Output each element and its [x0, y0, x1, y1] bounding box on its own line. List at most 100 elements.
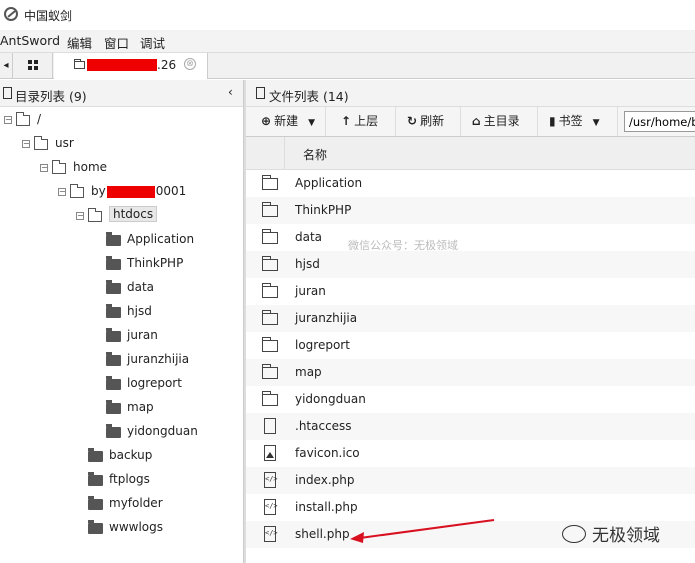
home-grid-tab[interactable]: [13, 53, 53, 78]
folder-icon: [261, 283, 278, 298]
file-row[interactable]: juranzhijia: [246, 305, 695, 332]
chevron-down-icon: ▼: [592, 118, 600, 128]
folder-icon: [88, 448, 103, 462]
tree-item[interactable]: − usr: [0, 136, 240, 156]
tab-scroll-left-icon[interactable]: ◂: [0, 53, 13, 78]
folder-open-icon: [52, 160, 66, 174]
tree-item-label: juranzhijia: [127, 352, 190, 366]
collapse-toggle-icon[interactable]: −: [4, 116, 12, 124]
file-row[interactable]: data: [246, 224, 695, 251]
folder-icon: [88, 472, 103, 486]
home-dir-button[interactable]: ⌂ 主目录: [461, 107, 538, 136]
tree-item[interactable]: Application: [0, 232, 240, 252]
bookmark-button[interactable]: ▮ 书签 ▼: [538, 107, 618, 136]
tab-shell[interactable]: .26 ⊗: [54, 53, 208, 79]
folder-icon: [261, 337, 278, 352]
home-label: 主目录: [483, 114, 520, 128]
file-row[interactable]: juran: [246, 278, 695, 305]
file-panel: 文件列表 (14) ⊕新建 ▼ ↑上层 ↻刷新 ⌂主目录 ▮书签 ▼ 名称 Appl…: [246, 80, 695, 563]
tree-item[interactable]: − by 0001: [0, 184, 240, 204]
icon-column-header: [246, 137, 285, 169]
tree-item[interactable]: − home: [0, 160, 240, 180]
folder-open-icon: [34, 136, 48, 150]
folder-icon: [261, 391, 278, 406]
menu-debug[interactable]: 调试: [140, 33, 165, 52]
tree-item[interactable]: juranzhijia: [0, 352, 240, 372]
file-row[interactable]: logreport: [246, 332, 695, 359]
directory-panel: 目录列表 (9) ‹ − / − usr − home − by 0001− htdocs Appl…: [0, 80, 244, 563]
new-button[interactable]: ⊕ 新建 ▼: [246, 107, 326, 136]
tree-item[interactable]: map: [0, 400, 240, 420]
tree-item[interactable]: ftplogs: [0, 472, 240, 492]
tree-item[interactable]: myfolder: [0, 496, 240, 516]
menu-antsword[interactable]: AntSword: [0, 33, 60, 48]
file-row[interactable]: .htaccess: [246, 413, 695, 440]
directory-tree: − / − usr − home − by 0001− htdocs Application Thin…: [0, 107, 243, 557]
tree-item-label: /: [37, 112, 42, 126]
refresh-label: 刷新: [420, 114, 445, 128]
corner-watermark-label: 无极领域: [592, 526, 660, 546]
folder-icon: [106, 304, 121, 318]
folder-icon: [261, 364, 278, 379]
tree-item-label: home: [73, 160, 108, 174]
menu-edit[interactable]: 编辑: [67, 33, 92, 52]
code-file-icon: </>: [264, 499, 278, 515]
collapse-toggle-icon[interactable]: −: [40, 164, 48, 172]
refresh-button[interactable]: ↻ 刷新: [396, 107, 461, 136]
home-icon: ⌂: [472, 114, 481, 128]
collapse-toggle-icon[interactable]: −: [58, 188, 66, 196]
file-row[interactable]: hjsd: [246, 251, 695, 278]
tree-item[interactable]: juran: [0, 328, 240, 348]
document-icon: [256, 87, 265, 99]
tree-item[interactable]: backup: [0, 448, 240, 468]
directory-panel-title: 目录列表 (9): [15, 89, 87, 104]
folder-icon: [88, 496, 103, 510]
file-row[interactable]: map: [246, 359, 695, 386]
folder-icon: [106, 400, 121, 414]
folder-icon: [261, 175, 278, 190]
close-icon[interactable]: ⊗: [184, 58, 196, 70]
folder-icon: [106, 256, 121, 270]
tree-item[interactable]: logreport: [0, 376, 240, 396]
file-row[interactable]: </> index.php: [246, 467, 695, 494]
tree-item-label: htdocs: [109, 206, 158, 222]
tree-item[interactable]: ThinkPHP: [0, 256, 240, 276]
up-button[interactable]: ↑ 上层: [326, 107, 396, 136]
name-column-header[interactable]: 名称: [303, 146, 327, 163]
tree-item-label: by 0001: [91, 184, 187, 198]
tree-item[interactable]: yidongduan: [0, 424, 240, 444]
up-label: 上层: [354, 114, 379, 128]
file-name: index.php: [295, 473, 355, 487]
file-row[interactable]: favicon.ico: [246, 440, 695, 467]
tree-item[interactable]: − /: [0, 112, 240, 132]
folder-icon: [261, 229, 278, 244]
file-name: ThinkPHP: [295, 203, 352, 217]
window-title: 中国蚁剑: [24, 9, 73, 23]
folder-icon: [261, 202, 278, 217]
tab-label: .26: [157, 58, 177, 72]
file-row[interactable]: yidongduan: [246, 386, 695, 413]
annotation-arrow: [350, 519, 495, 543]
tree-item[interactable]: data: [0, 280, 240, 300]
file-row[interactable]: Application: [246, 170, 695, 197]
file-row[interactable]: ThinkPHP: [246, 197, 695, 224]
tree-item-label: juran: [127, 328, 158, 342]
folder-icon: [74, 59, 85, 69]
menu-window[interactable]: 窗口: [104, 33, 129, 52]
folder-icon: [261, 256, 278, 271]
tree-item-label: ThinkPHP: [127, 256, 184, 270]
tree-item-label: logreport: [127, 376, 182, 390]
collapse-icon[interactable]: ‹: [228, 85, 233, 99]
directory-panel-header: 目录列表 (9) ‹: [0, 80, 243, 107]
collapse-toggle-icon[interactable]: −: [22, 140, 30, 148]
tree-item-label: myfolder: [109, 496, 163, 510]
image-file-icon: [264, 445, 276, 461]
refresh-icon: ↻: [407, 114, 418, 128]
tree-item[interactable]: wwwlogs: [0, 520, 240, 540]
tree-item[interactable]: − htdocs: [0, 206, 240, 228]
tree-item-label: Application: [127, 232, 195, 246]
collapse-toggle-icon[interactable]: −: [76, 212, 84, 220]
path-input[interactable]: [624, 111, 695, 132]
tree-item[interactable]: hjsd: [0, 304, 240, 324]
folder-open-icon: [88, 208, 102, 222]
